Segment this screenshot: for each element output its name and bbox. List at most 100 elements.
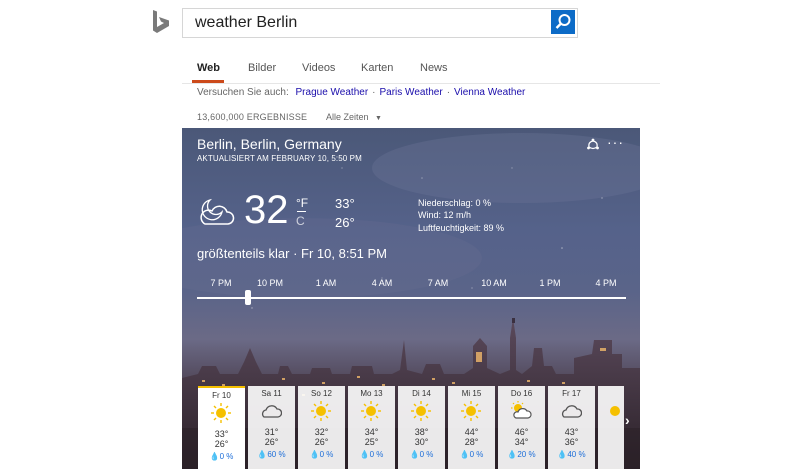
hourly-slider-track[interactable] bbox=[197, 297, 626, 299]
forecast-day[interactable]: Di 14 38° 30° 💧0 % bbox=[398, 386, 445, 469]
share-icon[interactable] bbox=[585, 137, 601, 153]
search-box bbox=[182, 8, 578, 38]
sun-icon bbox=[610, 406, 620, 416]
forecast-precip-value: 0 % bbox=[369, 450, 384, 459]
raindrop-icon: 💧 bbox=[557, 450, 568, 459]
unit-divider bbox=[297, 211, 306, 212]
forecast-precip-value: 60 % bbox=[267, 450, 286, 459]
forecast-day-name: Do 16 bbox=[510, 389, 533, 398]
today-low: 26° bbox=[335, 215, 355, 230]
forecast-day-name: Mi 15 bbox=[461, 389, 482, 398]
sun-icon bbox=[411, 401, 431, 421]
forecast-day[interactable]: So 12 32° 26° 💧0 % bbox=[298, 386, 345, 469]
chevron-down-icon: ▼ bbox=[375, 115, 382, 122]
unit-celsius[interactable]: C bbox=[296, 214, 305, 228]
forecast-low: 26° bbox=[264, 437, 279, 447]
forecast-low: 26° bbox=[314, 437, 329, 447]
forecast-high: 46° bbox=[514, 427, 529, 437]
forecast-high: 38° bbox=[414, 427, 429, 437]
sun-icon bbox=[461, 401, 481, 421]
search-button[interactable] bbox=[551, 10, 575, 34]
hour-label: 4 PM bbox=[595, 278, 617, 288]
related-link-paris[interactable]: Paris Weather bbox=[380, 87, 443, 98]
tab-videos[interactable]: Videos bbox=[302, 62, 335, 74]
hour-label: 7 AM bbox=[427, 278, 449, 288]
forecast-precip: 💧0 % bbox=[348, 450, 395, 459]
forecast-day-name: Mo 13 bbox=[360, 389, 383, 398]
forecast-low: 30° bbox=[414, 437, 429, 447]
forecast-day[interactable]: Fr 10 33° 26° 💧0 % bbox=[198, 386, 245, 469]
related-link-vienna[interactable]: Vienna Weather bbox=[454, 87, 525, 98]
forecast-high: 32° bbox=[314, 427, 329, 437]
sun-icon bbox=[211, 403, 231, 423]
forecast-precip: 💧20 % bbox=[498, 450, 545, 459]
forecast-day-name: Fr 10 bbox=[212, 391, 231, 400]
search-icon bbox=[555, 14, 571, 29]
forecast-precip-value: 0 % bbox=[319, 450, 334, 459]
humidity: Luftfeuchtigkeit: 89 % bbox=[418, 223, 505, 233]
forecast-precip-value: 0 % bbox=[219, 452, 234, 461]
raindrop-icon: 💧 bbox=[507, 450, 518, 459]
forecast-day-name: So 12 bbox=[311, 389, 332, 398]
forecast-precip-value: 0 % bbox=[469, 450, 484, 459]
weather-card: Berlin, Berlin, Germany AKTUALISIERT AM … bbox=[182, 128, 640, 469]
search-input[interactable] bbox=[183, 9, 543, 37]
raindrop-icon: 💧 bbox=[409, 450, 420, 459]
hour-label: 10 PM bbox=[256, 278, 283, 288]
forecast-high: 44° bbox=[464, 427, 479, 437]
more-options-icon[interactable]: ··· bbox=[607, 134, 624, 150]
forecast-precip: 💧0 % bbox=[448, 450, 495, 459]
forecast-high: 34° bbox=[364, 427, 379, 437]
hour-label: 10 AM bbox=[481, 278, 507, 288]
tab-news[interactable]: News bbox=[420, 62, 448, 74]
partly-cloudy-icon bbox=[511, 401, 532, 419]
forecast-precip-value: 20 % bbox=[517, 450, 536, 459]
today-high: 33° bbox=[335, 196, 355, 211]
forecast-precip: 💧40 % bbox=[548, 450, 595, 459]
hour-label: 7 PM bbox=[210, 278, 232, 288]
raindrop-icon: 💧 bbox=[309, 450, 320, 459]
forecast-precip: 💧0 % bbox=[298, 450, 345, 459]
unit-fahrenheit[interactable]: °F bbox=[296, 196, 308, 210]
forecast-precip: 💧60 % bbox=[248, 450, 295, 459]
precipitation: Niederschlag: 0 % bbox=[418, 198, 492, 208]
partly-cloudy-night-icon bbox=[200, 198, 235, 225]
forecast-day[interactable]: Mi 15 44° 28° 💧0 % bbox=[448, 386, 495, 469]
forecast-day-name: Sa 11 bbox=[261, 389, 282, 398]
raindrop-icon: 💧 bbox=[257, 450, 268, 459]
tab-bilder[interactable]: Bilder bbox=[248, 62, 276, 74]
time-filter-dropdown[interactable]: Alle Zeiten ▼ bbox=[326, 112, 382, 122]
raindrop-icon: 💧 bbox=[359, 450, 370, 459]
tab-karten[interactable]: Karten bbox=[361, 62, 393, 74]
forecast-high: 33° bbox=[214, 429, 229, 439]
forecast-day[interactable]: Mo 13 34° 25° 💧0 % bbox=[348, 386, 395, 469]
forecast-day-name: Fr 17 bbox=[562, 389, 581, 398]
hour-label: 1 AM bbox=[315, 278, 337, 288]
related-prefix: Versuchen Sie auch: bbox=[197, 87, 289, 98]
cloud-icon bbox=[261, 405, 282, 418]
forecast-low: 28° bbox=[464, 437, 479, 447]
hourly-slider-handle[interactable] bbox=[245, 290, 252, 305]
forecast-day-name: Di 14 bbox=[412, 389, 431, 398]
forecast-low: 34° bbox=[514, 437, 529, 447]
chevron-right-icon[interactable]: › bbox=[625, 412, 630, 428]
tab-web[interactable]: Web bbox=[197, 62, 220, 74]
forecast-high: 31° bbox=[264, 427, 279, 437]
result-count: 13,600,000 ERGEBNISSE bbox=[197, 112, 308, 122]
raindrop-icon: 💧 bbox=[459, 450, 470, 459]
weather-location: Berlin, Berlin, Germany bbox=[197, 136, 342, 152]
forecast-day[interactable]: Do 16 46° 34° 💧20 % bbox=[498, 386, 545, 469]
raindrop-icon: 💧 bbox=[209, 452, 220, 461]
sun-icon bbox=[361, 401, 381, 421]
forecast-low: 25° bbox=[364, 437, 379, 447]
forecast-precip-value: 0 % bbox=[419, 450, 434, 459]
forecast-day[interactable]: Fr 17 43° 36° 💧40 % bbox=[548, 386, 595, 469]
cloud-icon bbox=[561, 405, 582, 418]
forecast-high: 43° bbox=[564, 427, 579, 437]
weather-condition: größtenteils klar · Fr 10, 8:51 PM bbox=[197, 246, 388, 261]
related-link-prague[interactable]: Prague Weather bbox=[296, 87, 369, 98]
forecast-day-partial[interactable] bbox=[598, 386, 624, 469]
bing-logo[interactable] bbox=[150, 9, 172, 35]
forecast-day[interactable]: Sa 11 31° 26° 💧60 % bbox=[248, 386, 295, 469]
hour-label: 4 AM bbox=[371, 278, 393, 288]
